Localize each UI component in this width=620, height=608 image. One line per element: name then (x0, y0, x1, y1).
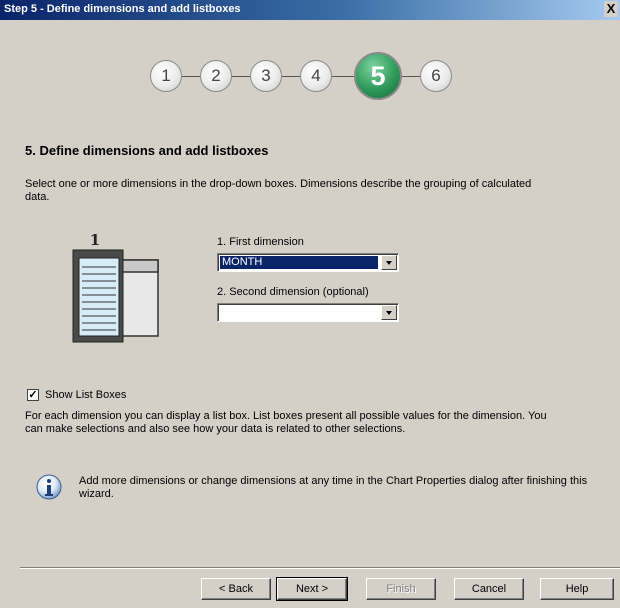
second-dimension-value (220, 306, 378, 319)
step-1: 1 (150, 60, 182, 92)
illustration-badge: 1 (90, 232, 100, 249)
step-connector (232, 76, 250, 77)
window-title: Step 5 - Define dimensions and add listb… (4, 3, 241, 15)
show-list-boxes-label[interactable]: Show List Boxes (45, 389, 126, 401)
cancel-button[interactable]: Cancel (454, 578, 524, 600)
step-5-active: 5 (354, 52, 402, 100)
chevron-down-icon[interactable] (381, 305, 397, 320)
first-dimension-label: 1. First dimension (217, 236, 304, 248)
step-4: 4 (300, 60, 332, 92)
step-2: 2 (200, 60, 232, 92)
step-3: 3 (250, 60, 282, 92)
first-dimension-select[interactable]: MONTH (217, 253, 399, 272)
first-dimension-value: MONTH (220, 256, 378, 269)
title-bar: Step 5 - Define dimensions and add listb… (0, 0, 620, 20)
close-button[interactable]: X (604, 1, 618, 17)
step-connector (402, 76, 420, 77)
step-6: 6 (420, 60, 452, 92)
second-dimension-select[interactable] (217, 303, 399, 322)
finish-button[interactable]: Finish (366, 578, 436, 600)
list-box-description: For each dimension you can display a lis… (25, 410, 547, 435)
help-button[interactable]: Help (540, 578, 614, 600)
second-dimension-label: 2. Second dimension (optional) (217, 286, 369, 298)
info-icon (36, 474, 62, 500)
next-button[interactable]: Next > (276, 577, 348, 601)
step-connector (282, 76, 300, 77)
page-heading: 5. Define dimensions and add listboxes (25, 143, 269, 158)
back-button[interactable]: < Back (201, 578, 271, 600)
info-text: Add more dimensions or change dimensions… (79, 475, 588, 500)
chevron-down-icon[interactable] (381, 255, 397, 270)
page-description: Select one or more dimensions in the dro… (25, 178, 532, 203)
step-connector (332, 76, 354, 77)
footer-divider (20, 567, 620, 569)
show-list-boxes-checkbox[interactable]: ✓ (27, 389, 39, 401)
step-indicator: 1 2 3 4 5 6 (130, 52, 510, 102)
listbox-illustration-icon: 1 (70, 231, 162, 347)
step-connector (182, 76, 200, 77)
